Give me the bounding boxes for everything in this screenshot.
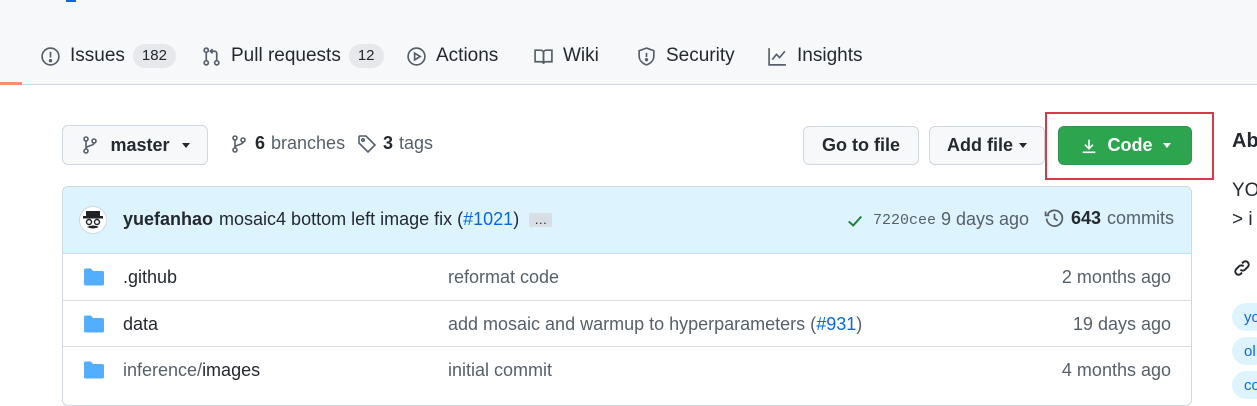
tags-label: tags bbox=[399, 133, 434, 153]
file-commit-message[interactable]: add mosaic and warmup to hyperparameters… bbox=[448, 314, 862, 335]
tab-pull-requests[interactable]: Pull requests 12 bbox=[201, 42, 384, 70]
add-file-button[interactable]: Add file bbox=[929, 126, 1045, 165]
about-description-line2: > i bbox=[1232, 209, 1253, 230]
issues-count-badge: 182 bbox=[132, 44, 176, 68]
header-divider bbox=[0, 84, 1257, 85]
chevron-down-icon bbox=[1019, 143, 1027, 148]
history-icon bbox=[1044, 209, 1064, 227]
folder-icon bbox=[84, 315, 104, 333]
commit-author[interactable]: yuefanhao bbox=[123, 209, 213, 230]
pr-link[interactable]: #931 bbox=[816, 314, 856, 334]
commit-summary: yuefanhao mosaic4 bottom left image fix … bbox=[123, 209, 553, 230]
avatar[interactable] bbox=[79, 206, 107, 234]
tab-security[interactable]: Security bbox=[636, 42, 735, 70]
tab-label: Pull requests bbox=[231, 45, 341, 66]
chevron-down-icon bbox=[1162, 143, 1171, 148]
commit-message-end: ) bbox=[513, 209, 520, 229]
file-commit-time: 2 months ago bbox=[1061, 267, 1171, 287]
download-icon bbox=[1082, 139, 1095, 153]
about-description: YO bbox=[1232, 180, 1257, 201]
tab-label: Security bbox=[666, 45, 735, 66]
git-branch-icon bbox=[232, 134, 246, 153]
path-suffix: images bbox=[202, 360, 261, 380]
go-to-file-label: Go to file bbox=[822, 135, 900, 155]
commits-label: commits bbox=[1107, 208, 1175, 228]
topic-tag[interactable]: ol bbox=[1232, 337, 1257, 365]
tags-count: 3 bbox=[383, 133, 394, 153]
file-navigation-box: yuefanhao mosaic4 bottom left image fix … bbox=[62, 186, 1192, 406]
folder-icon bbox=[84, 361, 104, 379]
shield-icon bbox=[638, 46, 655, 66]
file-commit-message[interactable]: initial commit bbox=[448, 360, 552, 381]
code-label: Code bbox=[1107, 135, 1153, 155]
add-file-label: Add file bbox=[947, 135, 1013, 155]
book-icon bbox=[534, 48, 553, 64]
expand-commit-button[interactable]: … bbox=[529, 212, 553, 227]
path-prefix: inference/ bbox=[123, 360, 203, 380]
commit-sha[interactable]: 7220cee bbox=[873, 212, 936, 229]
latest-commit-bar: yuefanhao mosaic4 bottom left image fix … bbox=[63, 187, 1191, 254]
file-name-link[interactable]: data bbox=[123, 314, 158, 335]
repo-title-fragment bbox=[66, 0, 76, 2]
tab-label: Insights bbox=[797, 45, 863, 66]
git-pull-request-icon bbox=[203, 46, 220, 66]
commit-pr-link[interactable]: #1021 bbox=[463, 209, 513, 230]
pull-requests-count-badge: 12 bbox=[348, 44, 384, 68]
tab-label: Actions bbox=[436, 45, 499, 66]
topic-tag[interactable]: co bbox=[1232, 371, 1257, 399]
tab-issues[interactable]: Issues 182 bbox=[40, 42, 176, 70]
chevron-down-icon bbox=[181, 142, 190, 148]
about-heading: Ab bbox=[1232, 130, 1257, 152]
tab-actions[interactable]: Actions bbox=[406, 42, 498, 70]
branches-link[interactable]: 6 branches bbox=[229, 133, 345, 154]
check-icon[interactable] bbox=[846, 212, 864, 230]
repo-header bbox=[0, 0, 1257, 84]
commit-time: 9 days ago bbox=[941, 209, 1030, 229]
tag-icon bbox=[358, 134, 377, 153]
file-commit-time: 4 months ago bbox=[1061, 360, 1171, 380]
file-commit-time: 19 days ago bbox=[1072, 314, 1171, 334]
file-name-link[interactable]: .github bbox=[123, 267, 177, 288]
commits-count: 643 bbox=[1071, 208, 1102, 228]
file-name-link[interactable]: inference/images bbox=[123, 360, 260, 381]
branch-name: master bbox=[110, 134, 170, 155]
active-tab-underline bbox=[0, 82, 22, 85]
folder-icon bbox=[84, 268, 104, 286]
go-to-file-button[interactable]: Go to file bbox=[803, 126, 919, 165]
commit-message[interactable]: mosaic4 bottom left image fix ( bbox=[219, 209, 463, 230]
git-branch-icon bbox=[83, 136, 98, 154]
graph-icon bbox=[768, 47, 786, 66]
play-icon bbox=[407, 46, 426, 66]
tab-label: Wiki bbox=[563, 45, 599, 66]
table-row: inference/images initial commit 4 months… bbox=[63, 346, 1191, 392]
branches-label: branches bbox=[271, 133, 346, 153]
tab-wiki[interactable]: Wiki bbox=[533, 42, 599, 70]
message-end: ) bbox=[856, 314, 863, 334]
branch-selector-button[interactable]: master bbox=[62, 125, 208, 165]
tab-insights[interactable]: Insights bbox=[767, 42, 862, 70]
tags-link[interactable]: 3 tags bbox=[357, 133, 433, 154]
branches-count: 6 bbox=[255, 133, 266, 153]
topic-tag[interactable]: yo bbox=[1232, 303, 1257, 331]
code-button[interactable]: Code bbox=[1058, 126, 1192, 165]
table-row: data add mosaic and warmup to hyperparam… bbox=[63, 300, 1191, 346]
message-text: add mosaic and warmup to hyperparameters… bbox=[448, 314, 817, 334]
tab-label: Issues bbox=[70, 45, 125, 66]
file-commit-message[interactable]: reformat code bbox=[448, 267, 559, 288]
link-icon[interactable] bbox=[1231, 257, 1253, 279]
commits-history-link[interactable]: 643 commits bbox=[1044, 208, 1174, 229]
table-row: .github reformat code 2 months ago bbox=[63, 254, 1191, 300]
issue-opened-icon bbox=[41, 46, 60, 66]
